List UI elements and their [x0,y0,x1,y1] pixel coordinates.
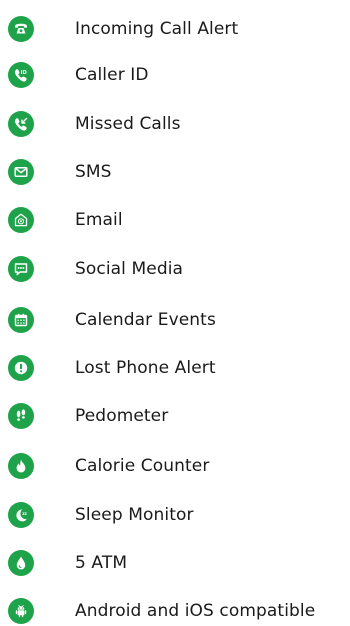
phone-icon [8,16,34,42]
feature-item-android-ios-compatible: Android and iOS compatible [0,596,350,626]
feature-label: Calorie Counter [75,456,210,476]
missed-call-icon [8,111,34,137]
feature-label: Sleep Monitor [75,505,194,525]
feature-label: Social Media [75,259,184,279]
feature-item-sms: SMS [0,157,350,187]
email-at-icon [8,207,34,233]
water-drop-icon [8,550,34,576]
envelope-icon [8,159,34,185]
feature-item-social-media: Social Media [0,254,350,284]
alert-exclamation-icon [8,355,34,381]
feature-item-calendar-events: Calendar Events [0,305,350,335]
feature-item-lost-phone-alert: Lost Phone Alert [0,353,350,383]
flame-icon [8,453,34,479]
feature-label: Email [75,210,123,230]
feature-label: Missed Calls [75,114,181,134]
feature-item-calorie-counter: Calorie Counter [0,451,350,481]
feature-label: Calendar Events [75,310,216,330]
svg-text:zz: zz [22,511,27,516]
feature-item-caller-id: ID Caller ID [0,60,350,90]
feature-item-5-atm: 5 ATM [0,548,350,578]
feature-item-incoming-call-alert: Incoming Call Alert [0,14,350,44]
feature-item-email: Email [0,205,350,235]
feature-label: Lost Phone Alert [75,358,216,378]
android-icon [8,598,34,624]
feature-label: Pedometer [75,406,169,426]
feature-label: Incoming Call Alert [75,19,239,39]
moon-sleep-icon: zz [8,502,34,528]
svg-text:ID: ID [21,70,28,76]
feature-label: 5 ATM [75,553,128,573]
calendar-icon [8,307,34,333]
feature-label: Caller ID [75,65,149,85]
feature-item-sleep-monitor: zz Sleep Monitor [0,500,350,530]
feature-item-pedometer: Pedometer [0,401,350,431]
feature-label: SMS [75,162,112,182]
caller-id-icon: ID [8,62,34,88]
feature-item-missed-calls: Missed Calls [0,109,350,139]
feature-label: Android and iOS compatible [75,601,316,621]
footprints-icon [8,403,34,429]
feature-list: Incoming Call Alert ID Caller ID Missed … [0,0,350,625]
chat-bubble-icon [8,256,34,282]
